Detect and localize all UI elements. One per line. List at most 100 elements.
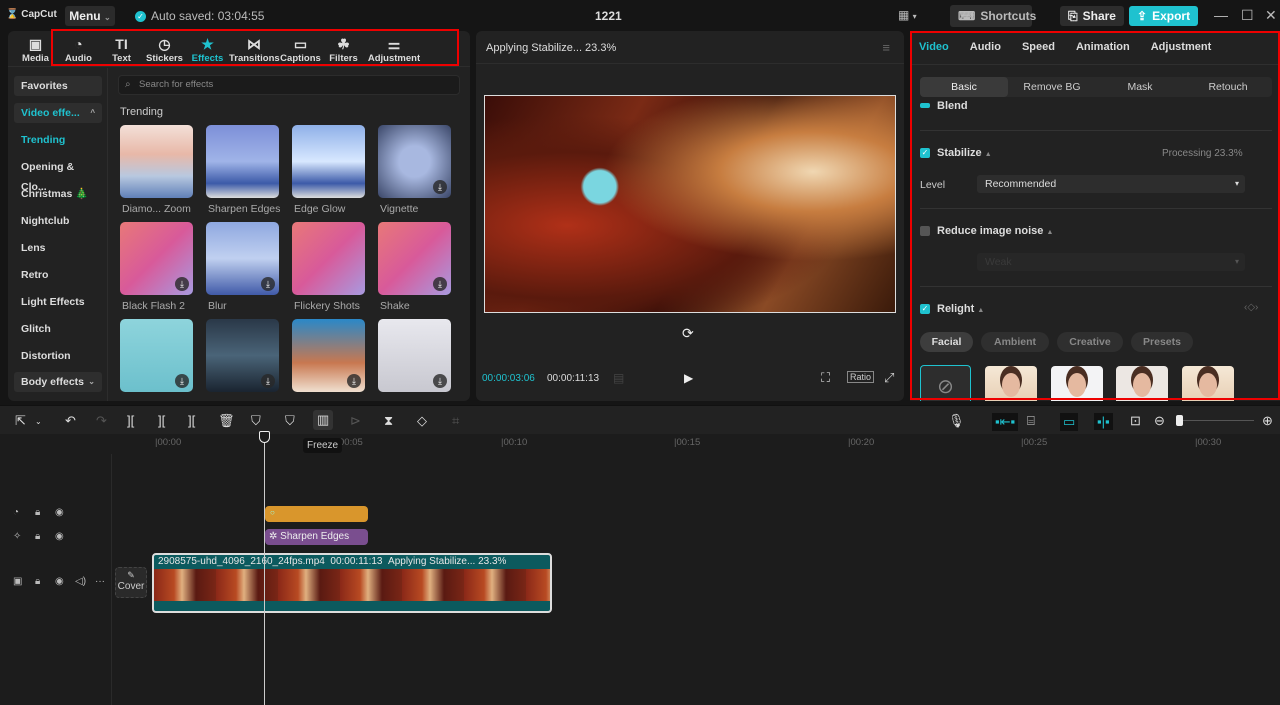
- playhead[interactable]: [264, 431, 265, 705]
- link-main-track-icon[interactable]: ▪⇤▪: [992, 413, 1019, 431]
- effect-thumbnail[interactable]: [206, 125, 279, 198]
- export-button[interactable]: ⇪ Export: [1129, 6, 1199, 26]
- marker-add-icon[interactable]: ⛉: [251, 413, 261, 429]
- sidebar-item-nightclub[interactable]: Nightclub: [14, 211, 102, 231]
- delete-icon[interactable]: 🗑: [218, 413, 235, 429]
- search-input[interactable]: ⌕ Search for effects: [118, 75, 460, 95]
- filter-clip[interactable]: ○: [265, 506, 368, 522]
- lock-icon[interactable]: 🔒︎: [35, 576, 40, 587]
- effect-label: Edge Glow: [294, 203, 346, 215]
- effect-thumbnail[interactable]: ⤓: [120, 222, 193, 295]
- snap-icon[interactable]: ⌸: [1027, 413, 1035, 429]
- preview-axis-icon[interactable]: ▪|▪: [1094, 413, 1113, 430]
- ratio-button[interactable]: Ratio: [847, 371, 875, 383]
- tick-label: 00:05: [339, 437, 363, 448]
- fullscreen-icon[interactable]: ⤢: [884, 370, 894, 386]
- download-icon[interactable]: ⤓: [433, 277, 447, 291]
- menu-icon[interactable]: ≡: [882, 40, 890, 55]
- more-icon[interactable]: ···: [95, 576, 105, 587]
- split-icon[interactable]: ][: [127, 413, 134, 428]
- eye-icon[interactable]: ◉: [55, 576, 64, 587]
- close-button[interactable]: ✕: [1265, 7, 1277, 24]
- zoom-in-icon[interactable]: ⊕: [1262, 413, 1273, 429]
- chevron-down-icon: ⌄: [88, 377, 95, 386]
- menu-button[interactable]: Menu ⌄: [65, 6, 115, 26]
- rotate-icon[interactable]: ◇: [417, 413, 427, 429]
- current-time: 00:00:03:06: [482, 373, 535, 384]
- download-icon[interactable]: ⤓: [347, 374, 361, 388]
- sidebar-item-lens[interactable]: Lens: [14, 238, 102, 258]
- effect-thumbnail[interactable]: ⤓: [120, 319, 193, 392]
- download-icon[interactable]: ⤓: [433, 374, 447, 388]
- linkage-icon[interactable]: ▭: [1060, 413, 1079, 431]
- filter-track-icon: ◔: [13, 507, 20, 518]
- effect-thumbnail[interactable]: ⤓: [206, 319, 279, 392]
- download-icon[interactable]: ⤓: [261, 374, 275, 388]
- clip-info: 2908575-uhd_4096_2160_24fps.mp4 00:00:11…: [158, 556, 507, 567]
- effect-icon: ✲: [269, 531, 278, 542]
- zoom-slider-handle[interactable]: [1176, 415, 1183, 426]
- sidebar-item-body-effects[interactable]: Body effects ⌄: [14, 372, 102, 392]
- effect-label: Shake: [380, 300, 410, 312]
- lock-icon[interactable]: 🔒︎: [35, 531, 40, 542]
- effect-label: Flickery Shots: [294, 300, 360, 312]
- playhead-handle[interactable]: [259, 431, 270, 443]
- effect-label: Vignette: [380, 203, 419, 215]
- rotate-icon[interactable]: ⟳: [682, 325, 694, 342]
- share-button[interactable]: ⎘ Share: [1060, 6, 1124, 26]
- effect-thumbnail[interactable]: ⤓: [378, 222, 451, 295]
- effect-thumbnail[interactable]: [292, 222, 365, 295]
- video-clip[interactable]: 2908575-uhd_4096_2160_24fps.mp4 00:00:11…: [152, 553, 552, 613]
- zoom-to-fit-icon[interactable]: ⊡: [1130, 413, 1141, 429]
- zoom-out-icon[interactable]: ⊖: [1154, 413, 1165, 429]
- sidebar-item-christmas[interactable]: Christmas 🎄: [14, 184, 102, 204]
- chevron-down-icon[interactable]: ⌄: [35, 417, 42, 426]
- effect-thumbnail[interactable]: ⤓: [378, 319, 451, 392]
- effect-thumbnail[interactable]: [120, 125, 193, 198]
- zoom-fit-icon[interactable]: ⛶: [821, 370, 830, 386]
- mirror-icon[interactable]: ⧗: [384, 413, 393, 429]
- effect-label: Blur: [208, 300, 227, 312]
- shortcuts-button[interactable]: ⌨ Shortcuts: [950, 5, 1036, 27]
- sidebar-item-retro[interactable]: Retro: [14, 265, 102, 285]
- layout-icon[interactable]: ▦ ▾: [898, 8, 917, 22]
- sidebar-item-opening[interactable]: Opening & Clo...: [14, 157, 102, 193]
- download-icon[interactable]: ⤓: [433, 180, 447, 194]
- sidebar-item-trending[interactable]: Trending: [14, 130, 102, 150]
- sidebar-item-light-effects[interactable]: Light Effects: [14, 292, 102, 312]
- effect-thumbnail[interactable]: ⤓: [292, 319, 365, 392]
- split-left-icon[interactable]: ][: [158, 413, 165, 428]
- split-right-icon[interactable]: ][: [188, 413, 195, 428]
- effect-thumbnail[interactable]: ⤓: [206, 222, 279, 295]
- undo-icon[interactable]: ↶: [65, 413, 76, 429]
- project-name[interactable]: 1221: [595, 9, 622, 23]
- microphone-icon[interactable]: 🎙: [948, 413, 965, 429]
- zoom-slider[interactable]: [1176, 420, 1254, 421]
- minimize-button[interactable]: —: [1214, 7, 1228, 23]
- sidebar-item-video-effects[interactable]: Video effe... ^: [14, 103, 102, 123]
- maximize-button[interactable]: ☐: [1241, 7, 1254, 24]
- download-icon[interactable]: ⤓: [261, 277, 275, 291]
- time-ruler[interactable]: |00:00 00:05 |00:10 |00:15 |00:20 |00:25…: [112, 434, 1280, 448]
- sidebar-item-distortion[interactable]: Distortion: [14, 346, 102, 366]
- filter-icon: ○: [270, 508, 275, 517]
- select-tool-icon[interactable]: ⇱: [15, 413, 26, 429]
- cover-button[interactable]: ✎ Cover: [115, 567, 147, 598]
- sidebar-item-favorites[interactable]: Favorites: [14, 76, 102, 96]
- eye-icon[interactable]: ◉: [55, 531, 64, 542]
- tick-label: |00:30: [1195, 437, 1222, 448]
- effect-thumbnail[interactable]: [292, 125, 365, 198]
- effect-clip[interactable]: ✲ Sharpen Edges: [265, 529, 368, 545]
- play-button[interactable]: ▶: [684, 371, 693, 385]
- highlight-box: [910, 31, 1280, 400]
- speaker-icon[interactable]: ◁): [75, 576, 86, 587]
- eye-icon[interactable]: ◉: [55, 507, 64, 518]
- sidebar-item-glitch[interactable]: Glitch: [14, 319, 102, 339]
- download-icon[interactable]: ⤓: [175, 277, 189, 291]
- marker-icon[interactable]: ⛉: [285, 413, 295, 429]
- download-icon[interactable]: ⤓: [175, 374, 189, 388]
- freeze-icon[interactable]: ▥: [313, 410, 334, 430]
- video-preview[interactable]: [484, 95, 896, 313]
- lock-icon[interactable]: 🔒︎: [35, 507, 40, 518]
- effect-thumbnail[interactable]: ⤓: [378, 125, 451, 198]
